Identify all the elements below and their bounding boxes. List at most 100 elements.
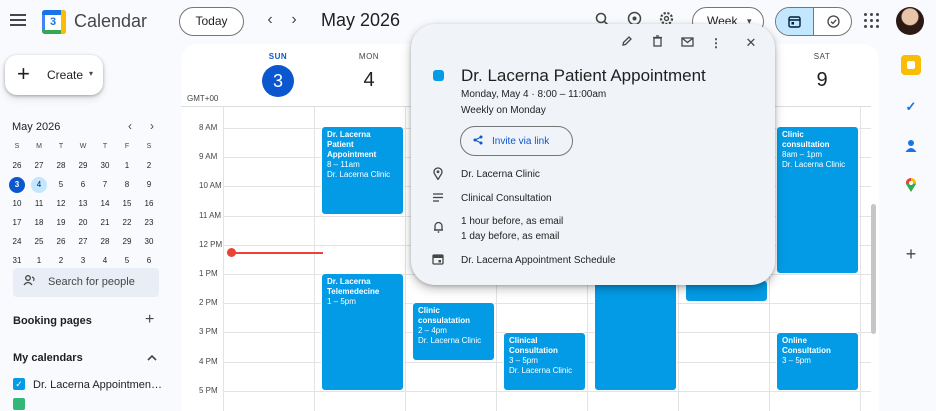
mini-calendar-day[interactable]: 31 — [9, 253, 25, 269]
event-thursday[interactable] — [594, 280, 677, 391]
mini-calendar-day[interactable]: 27 — [75, 234, 91, 250]
day-date[interactable]: 9 — [777, 69, 867, 92]
mini-calendar-day[interactable]: 29 — [119, 234, 135, 250]
mini-calendar-day[interactable]: 5 — [53, 177, 69, 193]
hour-label: 2 PM — [199, 298, 218, 308]
day-date[interactable]: 4 — [324, 69, 414, 92]
event-clinic-consulatation[interactable]: Clinic consulatation 2 – 4pm Dr. Lacerna… — [412, 302, 495, 361]
invite-via-link-button[interactable]: Invite via link — [460, 126, 573, 156]
mini-calendar-day[interactable]: 4 — [97, 253, 113, 269]
day-header-sat[interactable]: SAT 9 — [777, 52, 867, 92]
calendar-checkbox[interactable] — [13, 398, 25, 410]
mini-calendar-day[interactable]: 3 — [75, 253, 91, 269]
mini-calendar-day[interactable]: 12 — [53, 196, 69, 212]
mini-calendar-day[interactable]: 16 — [141, 196, 157, 212]
mini-calendar-day[interactable]: 30 — [97, 158, 113, 174]
mini-calendar-day[interactable]: 7 — [97, 177, 113, 193]
day-column-divider — [314, 106, 315, 411]
hour-label: 3 PM — [199, 327, 218, 337]
mini-calendar-day[interactable]: 17 — [9, 215, 25, 231]
mini-calendar-day[interactable]: 5 — [119, 253, 135, 269]
search-people-placeholder: Search for people — [48, 276, 135, 288]
event-telemedecine[interactable]: Dr. Lacerna Telemedecine 1 – 5pm — [321, 273, 404, 391]
current-time-line — [229, 252, 323, 254]
mini-calendar-day[interactable]: 10 — [9, 196, 25, 212]
event-clinic-consultation[interactable]: Clinic consultation 8am – 1pm Dr. Lacern… — [776, 126, 859, 274]
mini-calendar-day[interactable]: 6 — [75, 177, 91, 193]
maps-icon[interactable] — [900, 177, 922, 199]
tasks-icon[interactable]: ✓ — [900, 96, 922, 118]
mini-calendar-day[interactable]: 11 — [31, 196, 47, 212]
event-time: 3 – 5pm — [782, 356, 811, 365]
email-guests-icon[interactable] — [678, 34, 696, 52]
mini-calendar-next-button[interactable]: › — [150, 119, 154, 133]
previous-week-button[interactable]: ‹ — [260, 10, 280, 30]
mini-calendar-day[interactable]: 9 — [141, 177, 157, 193]
mini-calendar-prev-button[interactable]: ‹ — [128, 119, 132, 133]
mini-calendar-day[interactable]: 24 — [9, 234, 25, 250]
edit-pencil-icon[interactable] — [618, 34, 636, 52]
mini-calendar-day[interactable]: 28 — [53, 158, 69, 174]
event-recurrence: Weekly on Monday — [461, 105, 546, 116]
event-color-swatch — [433, 70, 444, 81]
calendar-checkbox[interactable]: ✓ — [13, 378, 25, 390]
mini-calendar-day[interactable]: 8 — [119, 177, 135, 193]
mini-calendar-day[interactable]: 26 — [53, 234, 69, 250]
mini-calendar-day[interactable]: 3 — [9, 177, 25, 193]
event-online-consultation[interactable]: Online Consultation 3 – 5pm — [776, 332, 859, 391]
mini-calendar-day[interactable]: 27 — [31, 158, 47, 174]
mini-calendar-day[interactable]: 2 — [141, 158, 157, 174]
scrollbar[interactable] — [871, 204, 876, 334]
mini-calendar-day[interactable]: 20 — [75, 215, 91, 231]
mini-calendar-day[interactable]: 4 — [31, 177, 47, 193]
mini-calendar-day[interactable]: 22 — [119, 215, 135, 231]
more-options-icon[interactable]: ⋮ — [707, 34, 725, 52]
mini-calendar-day[interactable]: 18 — [31, 215, 47, 231]
mini-calendar-day[interactable]: 28 — [97, 234, 113, 250]
calendar-view-button[interactable] — [776, 8, 814, 35]
keep-icon[interactable] — [901, 55, 921, 75]
mini-calendar-day[interactable]: 13 — [75, 196, 91, 212]
google-apps-icon[interactable] — [864, 13, 880, 29]
mini-calendar-day[interactable]: 1 — [31, 253, 47, 269]
mini-calendar-day[interactable]: 29 — [75, 158, 91, 174]
create-button[interactable]: + Create ▾ — [5, 55, 103, 95]
mini-calendar-day[interactable]: 6 — [141, 253, 157, 269]
mini-calendar-day[interactable]: 21 — [97, 215, 113, 231]
mini-calendar-day[interactable]: 2 — [53, 253, 69, 269]
contacts-icon[interactable] — [900, 137, 922, 159]
close-icon[interactable]: ✕ — [742, 34, 760, 52]
event-patient-appointment[interactable]: Dr. Lacerna Patient Appointment 8 – 11am… — [321, 126, 404, 215]
day-header-sun[interactable]: SUN 3 — [233, 52, 323, 97]
delete-trash-icon[interactable] — [648, 34, 666, 52]
event-title: Clinic consultation — [782, 130, 830, 149]
today-button[interactable]: Today — [179, 7, 244, 36]
location-pin-icon — [430, 167, 446, 183]
account-avatar[interactable] — [896, 7, 924, 35]
next-week-button[interactable]: › — [284, 10, 304, 30]
mini-calendar-day[interactable]: 15 — [119, 196, 135, 212]
search-people-input[interactable]: Search for people — [13, 268, 159, 297]
my-calendars-heading[interactable]: My calendars — [13, 352, 83, 364]
mini-calendar-day[interactable]: 19 — [53, 215, 69, 231]
add-booking-page-icon[interactable]: + — [145, 311, 154, 329]
mini-calendar-day[interactable]: 1 — [119, 158, 135, 174]
mini-calendar-day[interactable]: 14 — [97, 196, 113, 212]
chevron-up-icon[interactable] — [147, 350, 157, 364]
calendar-logo-icon[interactable]: 3 — [42, 10, 66, 34]
calendar-item-label[interactable]: Dr. Lacerna Appointment ... — [33, 379, 163, 391]
main-menu-icon[interactable] — [10, 12, 26, 28]
day-name: SUN — [268, 52, 288, 61]
day-date[interactable]: 3 — [262, 65, 294, 97]
description-icon — [430, 191, 446, 207]
day-header-mon[interactable]: MON 4 — [324, 52, 414, 92]
invite-via-link-label: Invite via link — [492, 136, 550, 147]
mini-calendar-day[interactable]: 30 — [141, 234, 157, 250]
tasks-view-button[interactable] — [814, 8, 851, 35]
mini-calendar-day[interactable]: 26 — [9, 158, 25, 174]
get-add-ons-icon[interactable]: + — [900, 243, 922, 265]
mini-calendar-day[interactable]: 25 — [31, 234, 47, 250]
mini-calendar-day[interactable]: 23 — [141, 215, 157, 231]
event-clinical-consultation[interactable]: Clinical Consultation 3 – 5pm Dr. Lacern… — [503, 332, 586, 391]
current-time-dot — [227, 248, 236, 257]
